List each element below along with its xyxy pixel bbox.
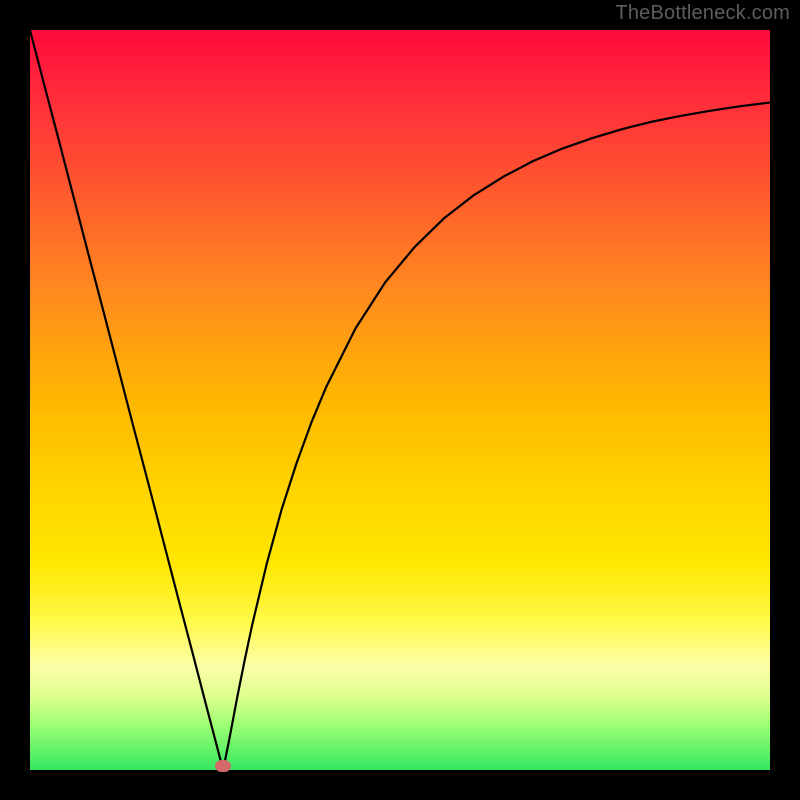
chart-frame: TheBottleneck.com	[0, 0, 800, 800]
watermark-text: TheBottleneck.com	[615, 2, 790, 25]
plot-area	[30, 30, 770, 770]
bottleneck-curve	[30, 30, 770, 770]
curve-svg	[30, 30, 770, 770]
minimum-marker	[215, 760, 231, 772]
